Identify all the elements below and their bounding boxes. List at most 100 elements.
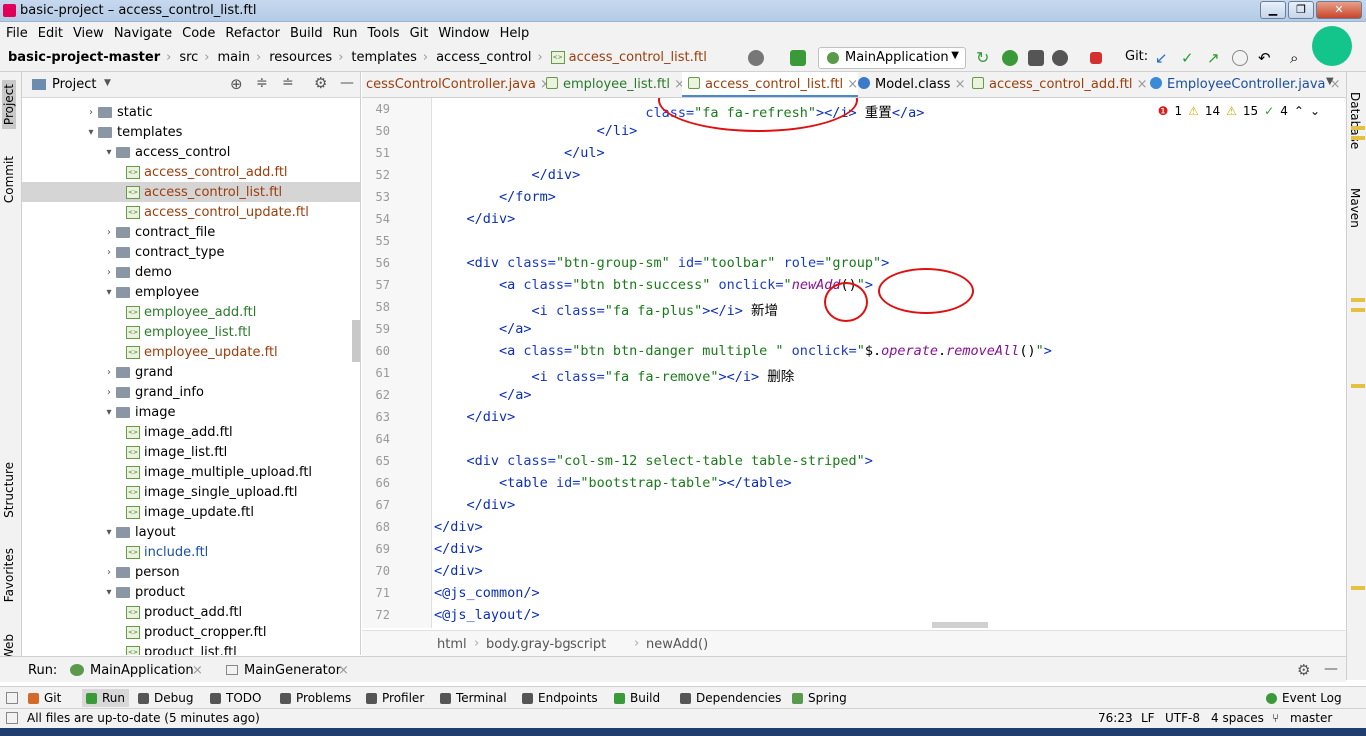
structure-tool-tab[interactable]: Structure <box>2 462 16 518</box>
close-window-button[interactable]: ✕ <box>1316 1 1362 19</box>
editor-tab[interactable]: cessControlController.java × <box>362 72 551 97</box>
warning-stripe[interactable] <box>1351 126 1365 130</box>
code-editor[interactable]: 49 50 51 52 53 54 55 56 57 58 59 60 61 62 63 64 65 66 67 68… <box>362 98 1346 628</box>
chevron-right-icon[interactable]: › <box>102 267 116 278</box>
tree-file[interactable]: <> access_control_update.ftl <box>22 202 360 222</box>
code-line[interactable]: </li> <box>434 123 638 139</box>
code-line[interactable]: <a class="btn btn-success" onclick="newA… <box>434 277 873 293</box>
tree-file[interactable]: <> employee_add.ftl <box>22 302 360 322</box>
wifi-icon[interactable] <box>1312 26 1352 66</box>
code-line[interactable]: </div> <box>434 563 483 579</box>
menu-window[interactable]: Window <box>438 26 489 41</box>
project-panel-title[interactable]: Project <box>52 77 96 92</box>
hide-panel-icon[interactable]: — <box>1324 661 1338 677</box>
tree-folder[interactable]: ▾ employee <box>22 282 360 302</box>
breadcrumb-item[interactable]: resources › <box>269 50 343 65</box>
profiler-icon[interactable] <box>1052 50 1068 66</box>
code-line[interactable]: <@js_common/> <box>434 585 540 601</box>
rollback-icon[interactable]: ↶ <box>1258 50 1274 66</box>
menu-build[interactable]: Build <box>290 26 323 41</box>
tree-file[interactable]: <> product_cropper.ftl <box>22 622 360 642</box>
code-line[interactable]: </a> <box>434 387 532 403</box>
build-hammer-icon[interactable] <box>790 50 806 66</box>
tool-window-profiler[interactable]: Profiler <box>366 691 424 705</box>
chevron-right-icon[interactable]: › <box>102 387 116 398</box>
tool-window-run[interactable]: Run <box>82 689 130 707</box>
breadcrumb-item[interactable]: main › <box>218 50 262 65</box>
chevron-down-icon[interactable]: ▾ <box>102 587 116 598</box>
close-icon[interactable]: × <box>192 663 203 678</box>
chevron-down-icon[interactable]: ▾ <box>84 127 98 138</box>
hide-panel-icon[interactable]: — <box>340 75 354 91</box>
locate-icon[interactable]: ⊕ <box>230 75 243 93</box>
editor-tab[interactable]: access_control_add.ftl × <box>966 72 1148 97</box>
next-highlight-icon[interactable]: ⌄ <box>1310 104 1320 118</box>
menu-view[interactable]: View <box>73 26 104 41</box>
cursor-position[interactable]: 76:23 <box>1098 711 1133 725</box>
collapse-all-icon[interactable]: ≐ <box>282 75 294 91</box>
git-update-icon[interactable]: ↙ <box>1155 50 1171 66</box>
menu-navigate[interactable]: Navigate <box>114 26 172 41</box>
menu-refactor[interactable]: Refactor <box>225 26 280 41</box>
menu-edit[interactable]: Edit <box>38 26 63 41</box>
tree-file[interactable]: <> image_multiple_upload.ftl <box>22 462 360 482</box>
chevron-down-icon[interactable]: ▼ <box>104 78 111 88</box>
code-line[interactable]: </div> <box>434 211 516 227</box>
tree-folder[interactable]: ▾ templates <box>22 122 360 142</box>
tree-folder[interactable]: › contract_file <box>22 222 360 242</box>
tree-file[interactable]: <> image_update.ftl <box>22 502 360 522</box>
chevron-right-icon[interactable]: › <box>102 567 116 578</box>
code-line[interactable]: <i class="fa fa-plus"></i> 新增 <box>434 299 779 319</box>
close-icon[interactable]: × <box>338 663 349 678</box>
gear-icon[interactable]: ⚙ <box>314 74 327 92</box>
git-push-icon[interactable]: ↗ <box>1207 50 1223 66</box>
tree-folder[interactable]: ▾ image <box>22 402 360 422</box>
minimize-button[interactable]: ▁ <box>1260 1 1286 19</box>
chevron-down-icon[interactable]: ▾ <box>102 147 116 158</box>
code-line[interactable]: </div> <box>434 409 516 425</box>
status-panel-icon[interactable] <box>6 712 18 724</box>
warning-stripe[interactable] <box>1351 308 1365 312</box>
tree-file[interactable]: <> access_control_list.ftl <box>22 182 360 202</box>
maven-tool-tab[interactable]: Maven <box>1348 188 1362 228</box>
code-line[interactable]: <i class="fa fa-remove"></i> 删除 <box>434 365 795 385</box>
tree-folder[interactable]: › grand_info <box>22 382 360 402</box>
code-line[interactable]: </div> <box>434 167 581 183</box>
run-configuration-select[interactable]: MainApplication ▼ <box>818 47 966 69</box>
editor-tab[interactable]: access_control_list.ftl × <box>682 72 859 97</box>
expand-all-icon[interactable]: ≑ <box>256 75 268 91</box>
breadcrumb-item[interactable]: access_control › <box>436 50 543 65</box>
tree-folder[interactable]: ▾ product <box>22 582 360 602</box>
menu-help[interactable]: Help <box>500 26 530 41</box>
close-icon[interactable]: × <box>950 77 966 92</box>
event-log-button[interactable]: Event Log <box>1266 691 1342 705</box>
code-line[interactable]: </div> <box>434 541 483 557</box>
git-commit-icon[interactable]: ✓ <box>1181 50 1197 66</box>
tree-folder[interactable]: › static <box>22 102 360 122</box>
code-line[interactable]: </div> <box>434 497 516 513</box>
tool-window-endpoints[interactable]: Endpoints <box>522 691 598 705</box>
code-line[interactable]: </div> <box>434 519 483 535</box>
tree-file[interactable]: <> employee_update.ftl <box>22 342 360 362</box>
rerun-icon[interactable]: ↻ <box>976 50 992 66</box>
editor-breadcrumb-item[interactable]: script <box>570 637 606 652</box>
tree-file[interactable]: <> image_add.ftl <box>22 422 360 442</box>
tree-scrollbar[interactable] <box>352 320 360 362</box>
tool-window-todo[interactable]: TODO <box>210 691 261 705</box>
file-encoding[interactable]: UTF-8 <box>1165 711 1200 725</box>
menu-code[interactable]: Code <box>182 26 215 41</box>
warning-stripe[interactable] <box>1351 298 1365 302</box>
horizontal-scrollbar[interactable] <box>932 622 988 628</box>
menu-git[interactable]: Git <box>410 26 429 41</box>
code-line[interactable]: <table id="bootstrap-table"></table> <box>434 475 792 491</box>
breadcrumb-item[interactable]: templates › <box>351 50 428 65</box>
breadcrumb-item[interactable]: <> access_control_list.ftl <box>550 50 707 65</box>
panel-toggle-icon[interactable] <box>6 692 18 704</box>
tree-folder[interactable]: ▾ layout <box>22 522 360 542</box>
warning-stripe[interactable] <box>1351 136 1365 140</box>
tool-window-terminal[interactable]: Terminal <box>440 691 507 705</box>
stop-icon[interactable] <box>1090 52 1102 64</box>
previous-highlight-icon[interactable]: ⌃ <box>1294 104 1304 118</box>
tree-file[interactable]: <> employee_list.ftl <box>22 322 360 342</box>
tree-folder[interactable]: › grand <box>22 362 360 382</box>
